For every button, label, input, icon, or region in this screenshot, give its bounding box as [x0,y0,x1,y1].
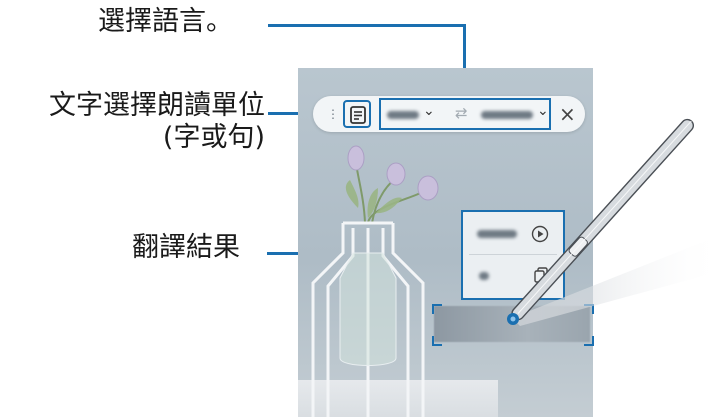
pen-tip-glow [510,316,516,322]
s-pen-stylus[interactable] [0,0,725,417]
